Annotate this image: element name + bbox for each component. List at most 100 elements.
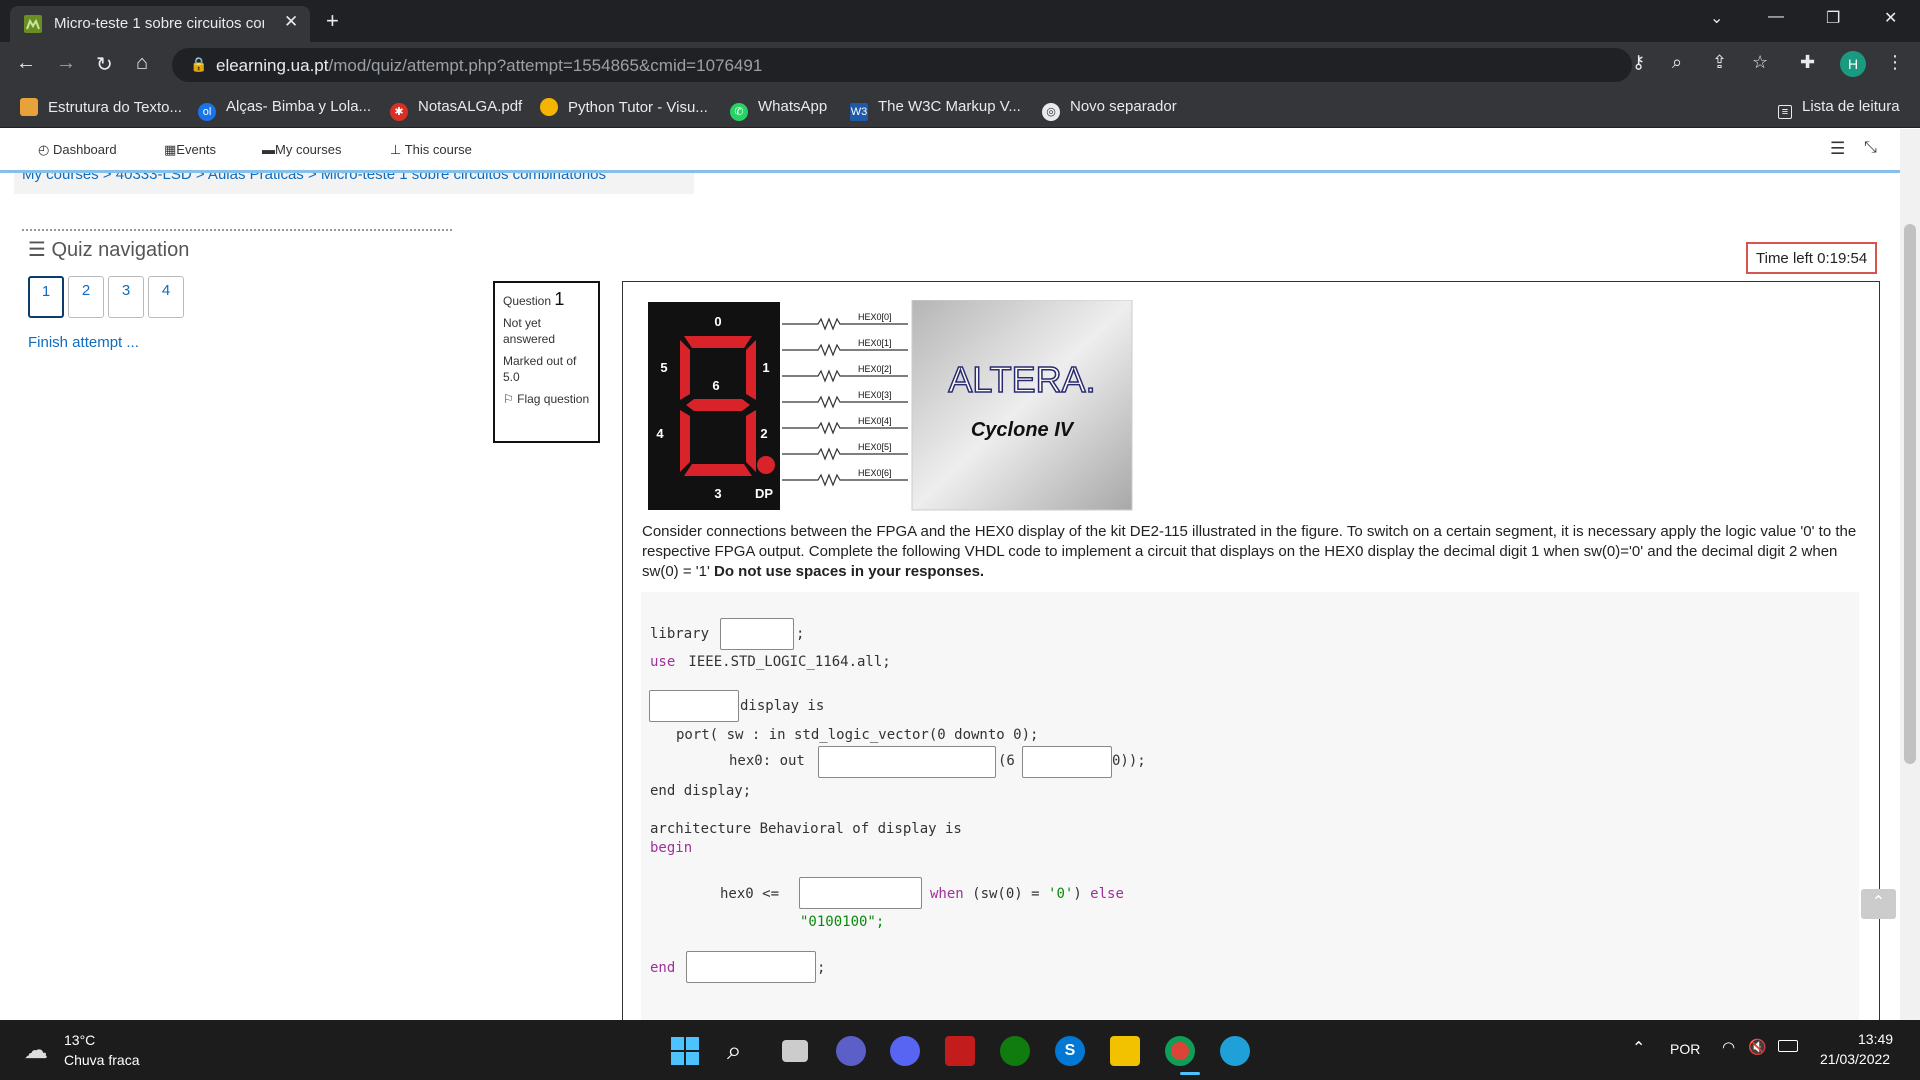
divider: [22, 229, 452, 231]
scroll-thumb[interactable]: [1904, 224, 1916, 764]
type-input[interactable]: [818, 746, 996, 778]
profile-avatar[interactable]: H: [1840, 51, 1866, 77]
page-scrollbar[interactable]: [1900, 129, 1920, 1020]
time-left: Time left 0:19:54: [1746, 242, 1878, 274]
tab-search-icon[interactable]: ⌄: [1710, 8, 1723, 28]
hex-label: HEX0[3]: [858, 390, 892, 400]
forward-icon[interactable]: →: [56, 52, 76, 75]
discord-icon[interactable]: [890, 1036, 920, 1066]
bookmark-item[interactable]: Estrutura do Texto...: [20, 98, 182, 116]
nav-my-courses[interactable]: ▬My courses: [262, 142, 341, 157]
question-nav-button[interactable]: 4: [148, 276, 184, 318]
restore-icon[interactable]: ❐: [1826, 8, 1840, 28]
new-tab-icon[interactable]: +: [326, 8, 339, 34]
code-keyword: use: [650, 654, 676, 670]
windows-taskbar: ☁ 13°C Chuva fraca ⌕ S ⌃ POR ◠ 🔇 13:49 2…: [0, 1020, 1920, 1080]
bookmark-favicon-icon: ol: [198, 103, 216, 121]
collapse-icon[interactable]: ⤡: [1864, 139, 1877, 157]
entity-input[interactable]: [649, 690, 739, 722]
chrome-icon[interactable]: [1165, 1036, 1195, 1066]
sitemap-icon: ⊥: [390, 142, 402, 157]
bookmark-item[interactable]: W3 The W3C Markup V...: [850, 98, 1021, 121]
hex-display-figure: 0 1 2 3 4 5 6 DP HEX0[0] HEX0[1] HEX0[2]…: [648, 300, 1133, 511]
code-string: "0100100";: [800, 914, 885, 930]
address-bar[interactable]: 🔒 elearning.ua.pt/mod/quiz/attempt.php?a…: [172, 48, 1632, 82]
code-text: library: [650, 626, 710, 642]
clock-time[interactable]: 13:49: [1858, 1031, 1893, 1047]
menu-kebab-icon[interactable]: ⋮: [1886, 52, 1904, 73]
library-input[interactable]: [720, 618, 794, 650]
hex-label: HEX0[5]: [858, 442, 892, 452]
wifi-icon[interactable]: ◠: [1722, 1038, 1735, 1056]
hamburger-icon: ☰: [28, 239, 46, 261]
tab-close-icon[interactable]: ✕: [284, 12, 298, 32]
flag-question[interactable]: ⚐ Flag question: [503, 391, 590, 407]
back-icon[interactable]: ←: [16, 52, 36, 75]
code-keyword: begin: [650, 840, 693, 856]
moodle-favicon-icon: [24, 15, 42, 33]
code-text: ;: [796, 626, 805, 642]
reload-icon[interactable]: ↻: [96, 52, 113, 77]
question-nav-button[interactable]: 2: [68, 276, 104, 318]
bookmark-item[interactable]: ◎ Novo separador: [1042, 98, 1177, 121]
hex-label: HEX0[0]: [858, 312, 892, 322]
windows-start-icon[interactable]: [670, 1036, 700, 1066]
nav-this-course[interactable]: ⊥ This course: [390, 142, 472, 158]
zoom-icon[interactable]: ⌕: [1672, 52, 1682, 73]
bookmark-star-icon[interactable]: ☆: [1752, 52, 1768, 73]
active-app-indicator: [1180, 1072, 1200, 1075]
reading-list[interactable]: ≡ Lista de leitura: [1778, 98, 1900, 119]
code-text: ;: [817, 960, 826, 976]
question-marks: Marked out of 5.0: [503, 354, 577, 384]
code-text: end display;: [650, 783, 752, 799]
flag-icon: ⚐: [503, 392, 514, 406]
bookmark-item[interactable]: Python Tutor - Visu...: [540, 98, 708, 116]
home-icon[interactable]: ⌂: [136, 52, 148, 75]
extensions-icon[interactable]: ✚: [1800, 52, 1815, 73]
scroll-to-top-button[interactable]: ⌃: [1861, 889, 1896, 919]
question-state: Not yet answered: [503, 316, 556, 346]
code-text: 0));: [1112, 753, 1146, 769]
segment-label-6: 6: [712, 378, 719, 393]
bookmark-item[interactable]: ✆ WhatsApp: [730, 98, 827, 121]
segment-label-dp: DP: [755, 486, 773, 501]
skype-icon[interactable]: S: [1055, 1036, 1085, 1066]
bookmark-item[interactable]: ol Alças- Bimba y Lola...: [198, 98, 371, 121]
end-input[interactable]: [686, 951, 816, 983]
nav-events[interactable]: ▦Events: [164, 142, 216, 158]
language-indicator[interactable]: POR: [1670, 1041, 1700, 1057]
search-icon[interactable]: ⌕: [727, 1036, 757, 1066]
cyclone-logo: Cyclone IV: [971, 419, 1075, 441]
briefcase-icon: ▬: [262, 142, 275, 157]
clock-date[interactable]: 21/03/2022: [1820, 1051, 1890, 1067]
hex-label: HEX0[2]: [858, 364, 892, 374]
bookmark-item[interactable]: ✱ NotasALGA.pdf: [390, 98, 522, 121]
minimize-icon[interactable]: —: [1768, 8, 1784, 26]
password-key-icon[interactable]: ⚷: [1632, 52, 1645, 73]
xbox-icon[interactable]: [1000, 1036, 1030, 1066]
python-icon: [540, 98, 558, 116]
nav-dashboard[interactable]: ◴ Dashboard: [38, 142, 117, 158]
value-input[interactable]: [799, 877, 922, 909]
file-explorer-icon[interactable]: [1110, 1036, 1140, 1066]
app-icon[interactable]: [945, 1036, 975, 1066]
battery-icon[interactable]: [1778, 1040, 1798, 1052]
browser-tab[interactable]: Micro-teste 1 sobre circuitos com ✕: [10, 6, 310, 42]
question-nav-button[interactable]: 1: [28, 276, 64, 318]
segment-label-0: 0: [714, 314, 721, 329]
question-nav-button[interactable]: 3: [108, 276, 144, 318]
tray-expand-icon[interactable]: ⌃: [1632, 1038, 1645, 1058]
task-view-icon[interactable]: [782, 1040, 808, 1062]
direction-input[interactable]: [1022, 746, 1112, 778]
teams-chat-icon[interactable]: [836, 1036, 866, 1066]
edge-icon[interactable]: [1220, 1036, 1250, 1066]
code-text: port( sw : in std_logic_vector(0 downto …: [676, 727, 1039, 743]
share-icon[interactable]: ⇪: [1712, 52, 1727, 73]
whatsapp-icon: ✆: [730, 103, 748, 121]
volume-muted-icon[interactable]: 🔇: [1748, 1038, 1767, 1056]
window-close-icon[interactable]: ✕: [1884, 8, 1897, 28]
pdf-icon: ✱: [390, 103, 408, 121]
list-icon[interactable]: ☰: [1830, 139, 1845, 159]
finish-attempt-link[interactable]: Finish attempt ...: [28, 334, 139, 351]
question-emphasis: Do not use spaces in your responses.: [714, 563, 985, 580]
